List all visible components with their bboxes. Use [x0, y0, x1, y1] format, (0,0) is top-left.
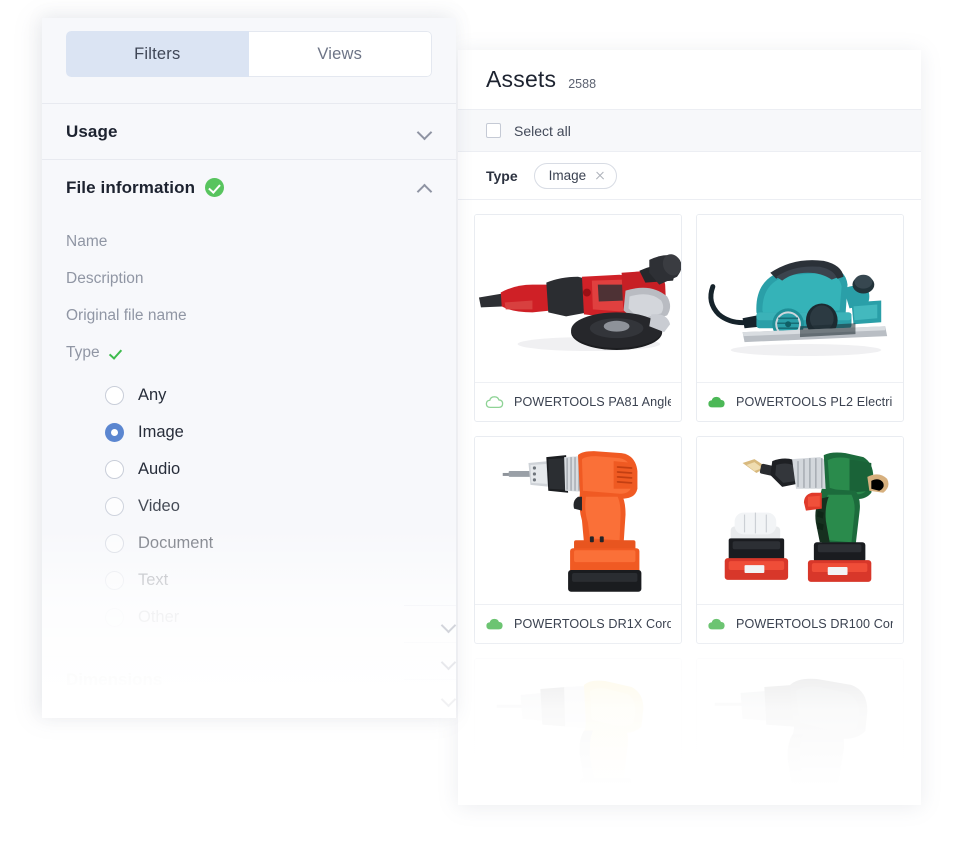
- drill-yellow-image: [475, 659, 681, 805]
- type-option-any-label: Any: [138, 386, 166, 405]
- radio-icon[interactable]: [105, 571, 124, 590]
- asset-card[interactable]: POWERTOOLS DR100 Cor...: [696, 436, 904, 644]
- asset-card-footer: POWERTOOLS DR100 Cor...: [697, 604, 903, 643]
- type-option-image[interactable]: Image: [42, 414, 456, 451]
- asset-card[interactable]: [696, 658, 904, 805]
- tab-filters-label: Filters: [134, 45, 180, 64]
- field-type-label: Type: [66, 344, 100, 362]
- type-option-document[interactable]: Document: [42, 525, 456, 562]
- asset-card[interactable]: [474, 658, 682, 805]
- cordless-drill-orange-image: [475, 437, 681, 604]
- select-all-bar[interactable]: Select all: [458, 110, 921, 152]
- type-option-video[interactable]: Video: [42, 488, 456, 525]
- type-option-other-label: Other: [138, 608, 179, 627]
- field-description-label: Description: [66, 270, 144, 288]
- asset-thumbnail[interactable]: [697, 437, 903, 604]
- radio-icon[interactable]: [105, 497, 124, 516]
- asset-card-footer: POWERTOOLS PL2 Electri...: [697, 382, 903, 421]
- collapsed-section-chevrons: [404, 605, 456, 716]
- radio-icon[interactable]: [105, 534, 124, 553]
- gutter-chevron-row[interactable]: [404, 642, 456, 679]
- type-option-audio-label: Audio: [138, 460, 180, 479]
- sidebar-tabbar: Filters Views: [66, 31, 432, 77]
- radio-selected-icon[interactable]: [105, 423, 124, 442]
- filter-chip-label: Image: [549, 168, 587, 183]
- angle-grinder-red-image: [475, 215, 681, 382]
- filter-chip-image[interactable]: Image: [534, 163, 618, 189]
- section-dimensions[interactable]: Dimensions: [42, 657, 456, 703]
- filter-type-label: Type: [486, 168, 518, 184]
- gutter-chevron-row[interactable]: [404, 679, 456, 716]
- section-file-information-title: File information: [66, 178, 195, 198]
- section-usage[interactable]: Usage: [42, 104, 456, 159]
- chevron-down-icon: [442, 657, 456, 666]
- select-all-label: Select all: [514, 123, 571, 139]
- cloud-filled-icon: [707, 395, 726, 409]
- electric-planer-teal-image: [697, 215, 903, 382]
- impact-driver-green-image: [697, 437, 903, 604]
- active-filter-bar: Type Image: [458, 152, 921, 200]
- assets-panel: Assets 2588 Select all Type Image: [458, 50, 921, 805]
- radio-icon[interactable]: [105, 386, 124, 405]
- select-all-checkbox[interactable]: [486, 123, 501, 138]
- page-title: Assets: [486, 66, 556, 93]
- close-icon[interactable]: [595, 171, 605, 181]
- field-name[interactable]: Name: [42, 223, 456, 260]
- check-icon: [112, 349, 125, 357]
- radio-icon[interactable]: [105, 460, 124, 479]
- asset-thumbnail[interactable]: [475, 437, 681, 604]
- section-dimensions-title: Dimensions: [66, 670, 162, 690]
- radio-icon[interactable]: [105, 608, 124, 627]
- green-check-badge-icon: [205, 178, 224, 197]
- type-option-audio[interactable]: Audio: [42, 451, 456, 488]
- asset-card[interactable]: POWERTOOLS DR1X Cordl...: [474, 436, 682, 644]
- section-usage-title: Usage: [66, 122, 118, 142]
- type-option-image-label: Image: [138, 423, 184, 442]
- chevron-up-icon: [418, 183, 432, 192]
- asset-card[interactable]: POWERTOOLS PA81 Angle...: [474, 214, 682, 422]
- type-option-text[interactable]: Text: [42, 562, 456, 599]
- drill-dark-image: [697, 659, 903, 805]
- tab-filters[interactable]: Filters: [66, 31, 249, 77]
- assets-header: Assets 2588: [458, 50, 921, 110]
- assets-grid: POWERTOOLS PA81 Angle...: [458, 200, 921, 805]
- type-option-video-label: Video: [138, 497, 180, 516]
- type-option-document-label: Document: [138, 534, 213, 553]
- assets-count: 2588: [568, 77, 596, 91]
- field-name-label: Name: [66, 233, 107, 251]
- asset-thumbnail[interactable]: [697, 659, 903, 805]
- asset-card[interactable]: POWERTOOLS PL2 Electri...: [696, 214, 904, 422]
- field-description[interactable]: Description: [42, 260, 456, 297]
- asset-thumbnail[interactable]: [475, 215, 681, 382]
- field-original-file-name[interactable]: Original file name: [42, 297, 456, 334]
- asset-card-name: POWERTOOLS PA81 Angle...: [514, 395, 671, 409]
- section-file-size[interactable]: File size: [42, 704, 456, 718]
- cloud-filled-icon: [707, 617, 726, 631]
- cloud-outline-icon: [485, 395, 504, 409]
- asset-card-name: POWERTOOLS DR1X Cordl...: [514, 617, 671, 631]
- asset-card-name: POWERTOOLS DR100 Cor...: [736, 617, 893, 631]
- tab-views-label: Views: [317, 45, 362, 64]
- tab-views[interactable]: Views: [249, 31, 433, 77]
- asset-card-footer: POWERTOOLS DR1X Cordl...: [475, 604, 681, 643]
- field-type[interactable]: Type: [42, 334, 456, 371]
- chevron-down-icon: [442, 620, 456, 629]
- cloud-filled-icon: [485, 617, 504, 631]
- gutter-chevron-row[interactable]: [404, 605, 456, 642]
- chevron-down-icon: [418, 127, 432, 136]
- asset-card-footer: POWERTOOLS PA81 Angle...: [475, 382, 681, 421]
- app-screenshot: Filters Views Usage File information Nam…: [0, 0, 979, 856]
- asset-thumbnail[interactable]: [697, 215, 903, 382]
- type-option-any[interactable]: Any: [42, 377, 456, 414]
- asset-thumbnail[interactable]: [475, 659, 681, 805]
- asset-card-name: POWERTOOLS PL2 Electri...: [736, 395, 893, 409]
- chevron-down-icon: [442, 694, 456, 703]
- section-file-information[interactable]: File information: [42, 160, 456, 215]
- type-option-text-label: Text: [138, 571, 168, 590]
- type-option-other[interactable]: Other: [42, 599, 456, 636]
- filters-sidebar: Filters Views Usage File information Nam…: [42, 18, 456, 718]
- field-original-file-name-label: Original file name: [66, 307, 187, 325]
- section-file-size-title: File size: [66, 717, 132, 718]
